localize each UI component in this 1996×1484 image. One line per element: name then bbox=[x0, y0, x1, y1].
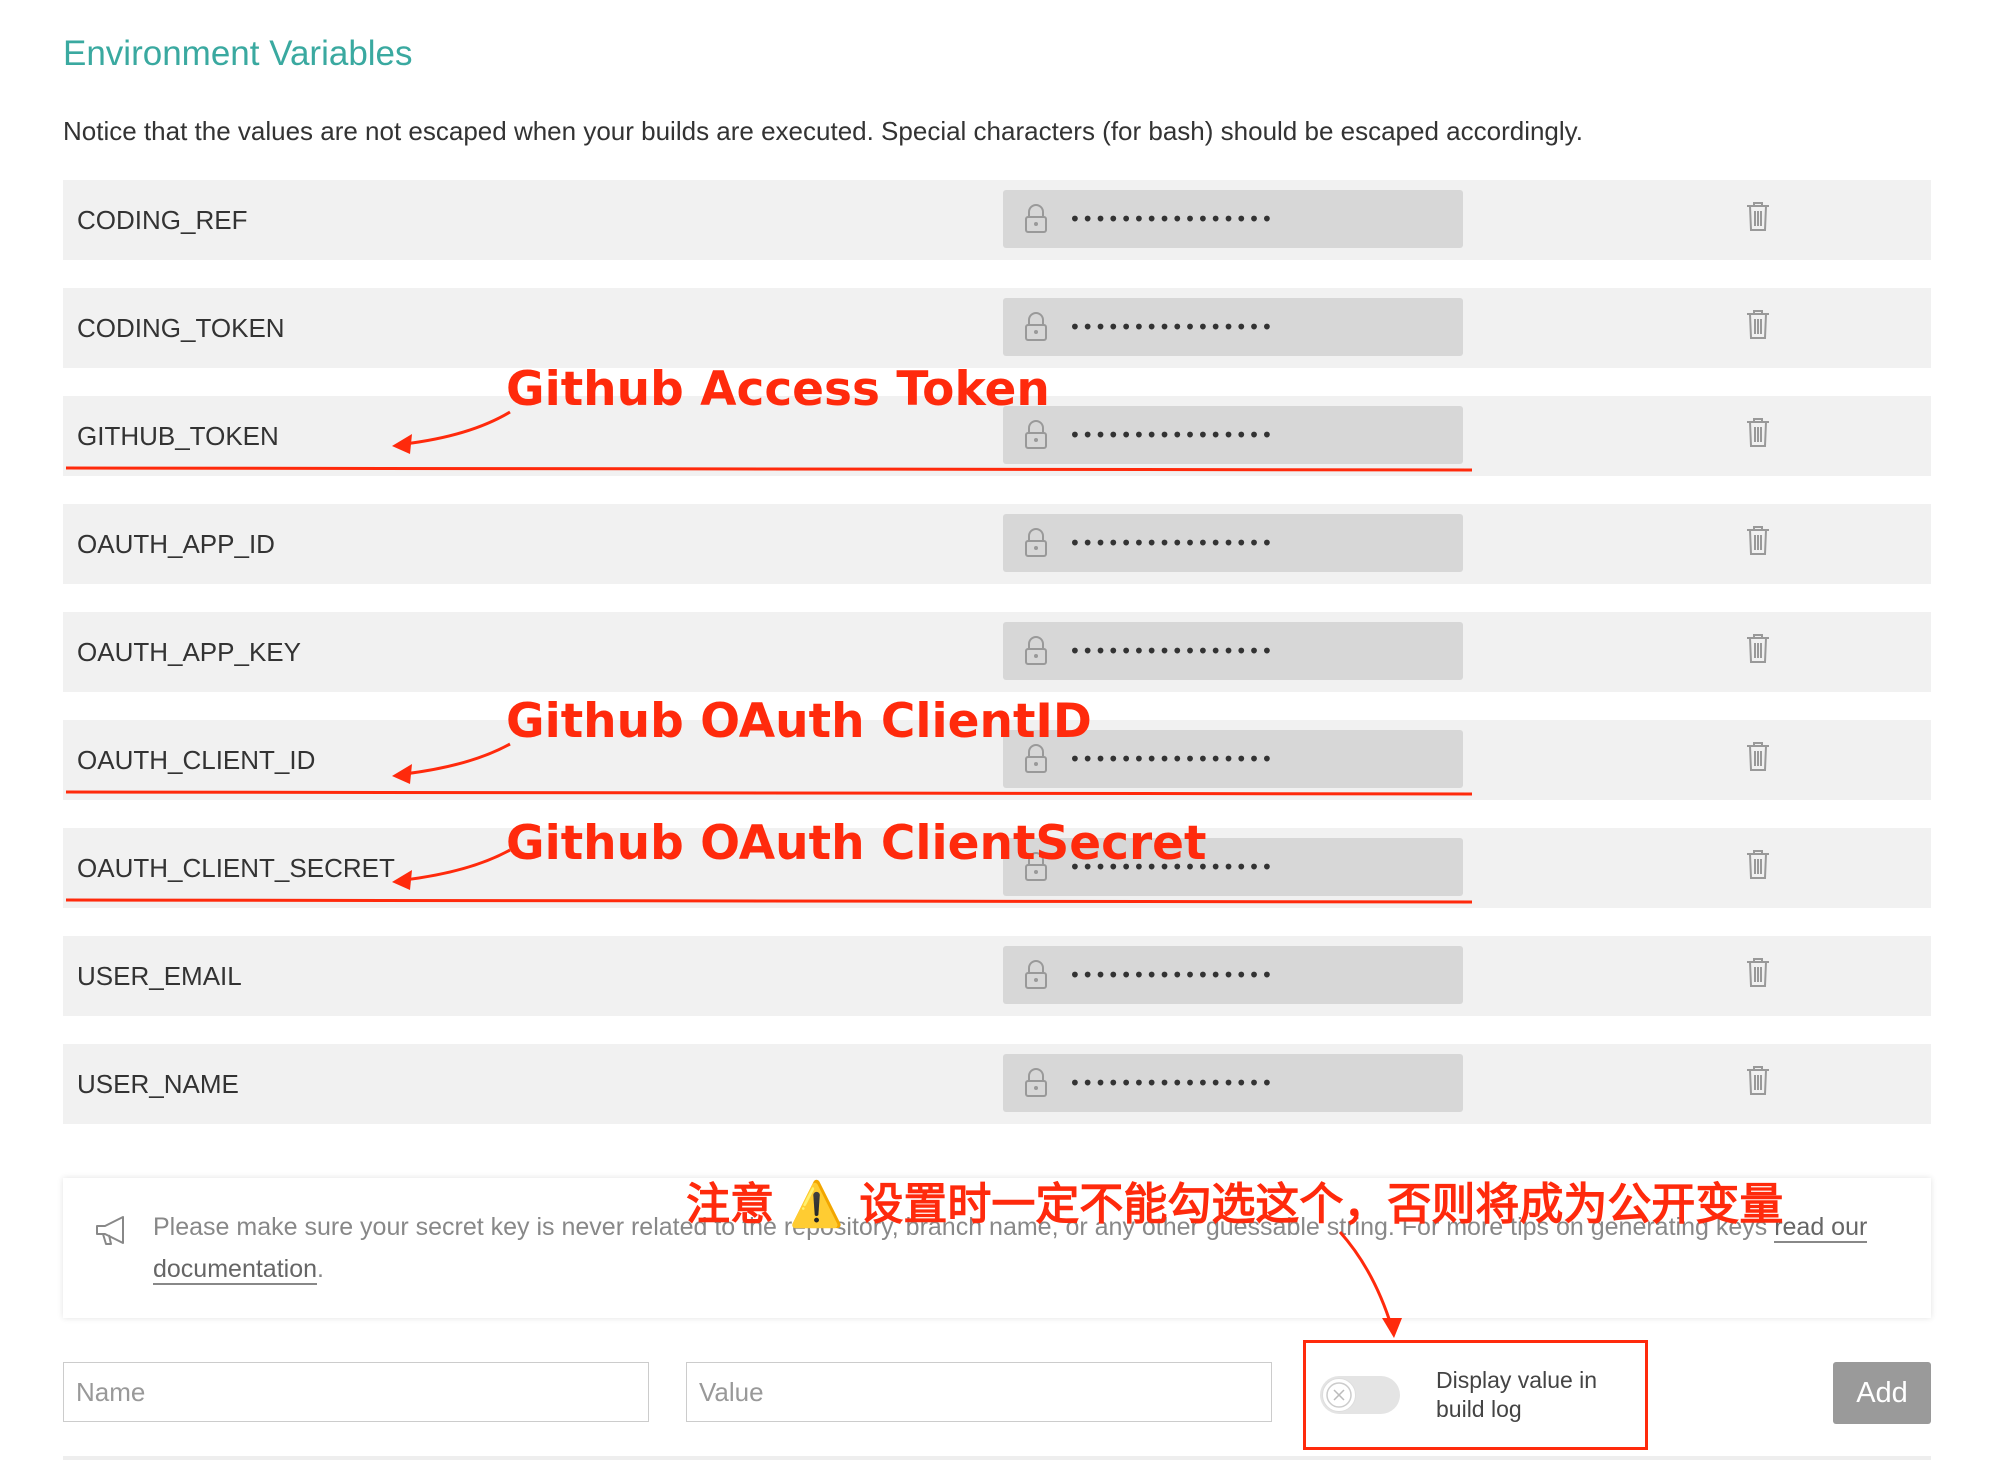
add-button[interactable]: Add bbox=[1833, 1362, 1931, 1424]
trash-icon[interactable] bbox=[1745, 308, 1771, 340]
lock-icon bbox=[1025, 636, 1047, 665]
trash-icon[interactable] bbox=[1745, 848, 1771, 880]
variable-name-input[interactable] bbox=[63, 1362, 649, 1422]
variable-name: CODING_TOKEN bbox=[77, 313, 285, 343]
trash-icon[interactable] bbox=[1745, 524, 1771, 556]
annotation-warning: 注意 ⚠️ 设置时一定不能勾选这个，否则将成为公开变量 bbox=[686, 1179, 1784, 1230]
env-variable-row: OAUTH_APP_ID •••••••••••••••• bbox=[63, 504, 1931, 584]
variable-name: OAUTH_CLIENT_SECRET bbox=[77, 853, 395, 883]
env-variable-row: CODING_TOKEN •••••••••••••••• bbox=[63, 288, 1931, 368]
toggle-knob bbox=[1322, 1378, 1356, 1412]
lock-icon bbox=[1025, 204, 1047, 233]
masked-value: •••••••••••••••• bbox=[1069, 639, 1274, 663]
lock-icon bbox=[1025, 1068, 1047, 1097]
variable-name: USER_EMAIL bbox=[77, 961, 242, 991]
arrowhead-warning bbox=[1382, 1318, 1402, 1338]
masked-value: •••••••••••••••• bbox=[1069, 423, 1274, 447]
variable-value: •••••••••••••••• bbox=[1003, 946, 1463, 1004]
masked-value: •••••••••••••••• bbox=[1069, 315, 1274, 339]
variable-value: •••••••••••••••• bbox=[1003, 190, 1463, 248]
close-icon bbox=[1326, 1382, 1352, 1408]
masked-value: •••••••••••••••• bbox=[1069, 531, 1274, 555]
trash-icon[interactable] bbox=[1745, 416, 1771, 448]
env-variable-row: CODING_REF •••••••••••••••• bbox=[63, 180, 1931, 260]
masked-value: •••••••••••••••• bbox=[1069, 1071, 1274, 1095]
variable-name: OAUTH_APP_ID bbox=[77, 529, 275, 559]
masked-value: •••••••••••••••• bbox=[1069, 207, 1274, 231]
tip-suffix: . bbox=[317, 1255, 324, 1283]
lock-icon bbox=[1025, 528, 1047, 557]
env-variable-row: OAUTH_APP_KEY •••••••••••••••• bbox=[63, 612, 1931, 692]
annotation-client-id: Github OAuth ClientID bbox=[506, 694, 1092, 749]
masked-value: •••••••••••••••• bbox=[1069, 963, 1274, 987]
megaphone-icon bbox=[96, 1216, 124, 1245]
variable-value-input[interactable] bbox=[686, 1362, 1272, 1422]
trash-icon[interactable] bbox=[1745, 740, 1771, 772]
toggle-label: Display value in build log bbox=[1436, 1367, 1598, 1422]
lock-icon bbox=[1025, 312, 1047, 341]
escape-notice: Notice that the values are not escaped w… bbox=[63, 116, 1583, 146]
bottom-divider bbox=[63, 1456, 1931, 1460]
variable-value: •••••••••••••••• bbox=[1003, 622, 1463, 680]
variable-name: USER_NAME bbox=[77, 1069, 239, 1099]
annotation-github-token: Github Access Token bbox=[506, 362, 1050, 417]
trash-icon[interactable] bbox=[1745, 200, 1771, 232]
env-variable-row: USER_EMAIL •••••••••••••••• bbox=[63, 936, 1931, 1016]
variable-name: OAUTH_CLIENT_ID bbox=[77, 745, 316, 775]
variable-name: OAUTH_APP_KEY bbox=[77, 637, 301, 667]
variable-value: •••••••••••••••• bbox=[1003, 514, 1463, 572]
masked-value: •••••••••••••••• bbox=[1069, 747, 1274, 771]
trash-icon[interactable] bbox=[1745, 632, 1771, 664]
variable-name: GITHUB_TOKEN bbox=[77, 421, 279, 451]
annotation-client-secret: Github OAuth ClientSecret bbox=[506, 816, 1207, 871]
variable-name: CODING_REF bbox=[77, 205, 248, 235]
lock-icon bbox=[1025, 960, 1047, 989]
trash-icon[interactable] bbox=[1745, 1064, 1771, 1096]
lock-icon bbox=[1025, 420, 1047, 449]
page-title: Environment Variables bbox=[63, 34, 413, 73]
env-variable-row: USER_NAME •••••••••••••••• bbox=[63, 1044, 1931, 1124]
variable-value: •••••••••••••••• bbox=[1003, 1054, 1463, 1112]
trash-icon[interactable] bbox=[1745, 956, 1771, 988]
variable-value: •••••••••••••••• bbox=[1003, 298, 1463, 356]
display-value-toggle[interactable] bbox=[1320, 1376, 1400, 1414]
variable-value: •••••••••••••••• bbox=[1003, 406, 1463, 464]
